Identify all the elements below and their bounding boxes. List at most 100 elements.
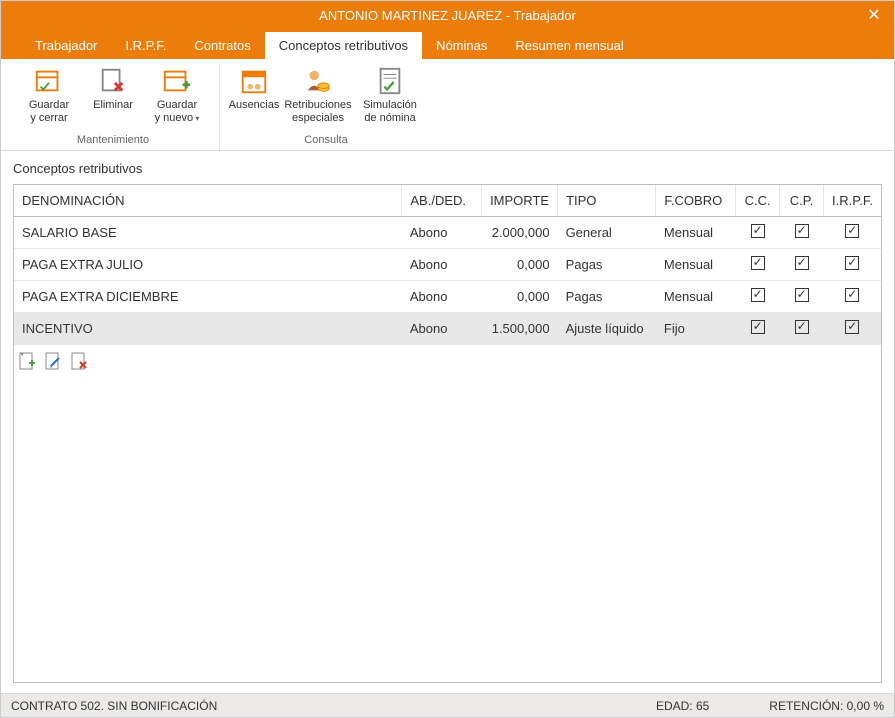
cell-denominacion: PAGA EXTRA DICIEMBRE <box>14 281 402 313</box>
tab-contratos[interactable]: Contratos <box>180 32 264 59</box>
ribbon-btn-ausencias[interactable]: Ausencias <box>226 63 282 125</box>
save-close-icon <box>33 65 65 97</box>
checkbox-irpf[interactable] <box>845 224 859 238</box>
ribbon-group-label: Consulta <box>304 134 347 148</box>
cell-cp[interactable] <box>780 217 824 249</box>
cell-denominacion: PAGA EXTRA JULIO <box>14 249 402 281</box>
ribbon-btn-eliminar[interactable]: Eliminar <box>85 63 141 125</box>
ribbon-btn-label: Simulación <box>363 99 417 112</box>
cell-denominacion: SALARIO BASE <box>14 217 402 249</box>
ribbon: Guardary cerrarEliminarGuardary nuevo ▾M… <box>1 59 894 151</box>
col-importe[interactable]: IMPORTE <box>482 185 558 217</box>
cell-irpf[interactable] <box>823 313 881 345</box>
concepts-table-wrap: DENOMINACIÓN AB./DED. IMPORTE TIPO F.COB… <box>13 184 882 683</box>
cell-tipo: Pagas <box>558 281 656 313</box>
tab-conceptos-retributivos[interactable]: Conceptos retributivos <box>265 32 422 59</box>
tab-n-minas[interactable]: Nóminas <box>422 32 501 59</box>
row-action-add[interactable] <box>18 351 36 371</box>
absences-icon <box>238 65 270 97</box>
tab-resumen-mensual[interactable]: Resumen mensual <box>501 32 637 59</box>
checkbox-cp[interactable] <box>795 224 809 238</box>
ribbon-btn-label2: y nuevo ▾ <box>155 112 200 125</box>
checkbox-irpf[interactable] <box>845 288 859 302</box>
cell-irpf[interactable] <box>823 249 881 281</box>
col-irpf[interactable]: I.R.P.F. <box>823 185 881 217</box>
ribbon-btn-retribuciones-especiales[interactable]: Retribucionesespeciales <box>282 63 354 125</box>
cell-fcobro: Fijo <box>656 313 736 345</box>
checkbox-cc[interactable] <box>751 256 765 270</box>
ribbon-group-label: Mantenimiento <box>77 134 149 148</box>
ribbon-btn-label: Guardar <box>29 99 69 112</box>
row-action-edit[interactable] <box>44 351 62 371</box>
tab-trabajador[interactable]: Trabajador <box>21 32 111 59</box>
cell-abded: Abono <box>402 281 482 313</box>
table-row[interactable]: PAGA EXTRA JULIOAbono0,000PagasMensual <box>14 249 881 281</box>
table-header-row: DENOMINACIÓN AB./DED. IMPORTE TIPO F.COB… <box>14 185 881 217</box>
simulate-icon <box>374 65 406 97</box>
content-area: Conceptos retributivos DENOMINACIÓN AB./… <box>1 151 894 693</box>
tab-i-r-p-f-[interactable]: I.R.P.F. <box>111 32 180 59</box>
cell-cc[interactable] <box>736 281 780 313</box>
col-cc[interactable]: C.C. <box>736 185 780 217</box>
ribbon-btn-guardar-y-cerrar[interactable]: Guardary cerrar <box>13 63 85 125</box>
col-denominacion[interactable]: DENOMINACIÓN <box>14 185 402 217</box>
cell-cp[interactable] <box>780 249 824 281</box>
cell-tipo: Pagas <box>558 249 656 281</box>
checkbox-cc[interactable] <box>751 224 765 238</box>
table-row[interactable]: INCENTIVOAbono1.500,000Ajuste líquidoFij… <box>14 313 881 345</box>
close-button[interactable]: ✕ <box>854 1 894 29</box>
checkbox-irpf[interactable] <box>845 320 859 334</box>
col-abded[interactable]: AB./DED. <box>402 185 482 217</box>
cell-abded: Abono <box>402 217 482 249</box>
save-new-icon <box>161 65 193 97</box>
cell-irpf[interactable] <box>823 281 881 313</box>
ribbon-btn-label2: de nómina <box>364 112 415 125</box>
titlebar: ANTONIO MARTINEZ JUAREZ - Trabajador ✕ <box>1 1 894 29</box>
ribbon-btn-label: Eliminar <box>93 99 133 112</box>
table-row[interactable]: SALARIO BASEAbono2.000,000GeneralMensual <box>14 217 881 249</box>
col-fcobro[interactable]: F.COBRO <box>656 185 736 217</box>
checkbox-cp[interactable] <box>795 288 809 302</box>
cell-abded: Abono <box>402 313 482 345</box>
special-pay-icon <box>302 65 334 97</box>
cell-cc[interactable] <box>736 313 780 345</box>
status-retention: RETENCIÓN: 0,00 % <box>769 699 884 713</box>
ribbon-group-consulta: AusenciasRetribucionesespecialesSimulaci… <box>220 63 432 150</box>
cell-tipo: General <box>558 217 656 249</box>
chevron-down-icon: ▾ <box>193 114 199 123</box>
cell-importe: 1.500,000 <box>482 313 558 345</box>
cell-denominacion: INCENTIVO <box>14 313 402 345</box>
cell-importe: 0,000 <box>482 281 558 313</box>
cell-fcobro: Mensual <box>656 281 736 313</box>
cell-abded: Abono <box>402 249 482 281</box>
checkbox-cc[interactable] <box>751 320 765 334</box>
checkbox-irpf[interactable] <box>845 256 859 270</box>
checkbox-cp[interactable] <box>795 320 809 334</box>
close-icon: ✕ <box>867 5 880 25</box>
statusbar: CONTRATO 502. SIN BONIFICACIÓN EDAD: 65 … <box>1 693 894 717</box>
delete-icon <box>97 65 129 97</box>
cell-importe: 0,000 <box>482 249 558 281</box>
cell-cp[interactable] <box>780 281 824 313</box>
table-row[interactable]: PAGA EXTRA DICIEMBREAbono0,000PagasMensu… <box>14 281 881 313</box>
cell-cc[interactable] <box>736 249 780 281</box>
col-tipo[interactable]: TIPO <box>558 185 656 217</box>
cell-cc[interactable] <box>736 217 780 249</box>
section-title: Conceptos retributivos <box>13 161 882 176</box>
row-action-delete[interactable] <box>70 351 88 371</box>
cell-cp[interactable] <box>780 313 824 345</box>
ribbon-btn-label2: y cerrar <box>30 112 67 125</box>
window-title: ANTONIO MARTINEZ JUAREZ - Trabajador <box>319 8 576 23</box>
col-cp[interactable]: C.P. <box>780 185 824 217</box>
cell-fcobro: Mensual <box>656 217 736 249</box>
ribbon-btn-simulaci-n-de-n-mina[interactable]: Simulaciónde nómina <box>354 63 426 125</box>
status-contract: CONTRATO 502. SIN BONIFICACIÓN <box>11 699 217 713</box>
cell-irpf[interactable] <box>823 217 881 249</box>
checkbox-cc[interactable] <box>751 288 765 302</box>
cell-importe: 2.000,000 <box>482 217 558 249</box>
checkbox-cp[interactable] <box>795 256 809 270</box>
ribbon-btn-guardar-y-nuevo[interactable]: Guardary nuevo ▾ <box>141 63 213 125</box>
status-age: EDAD: 65 <box>656 699 709 713</box>
cell-tipo: Ajuste líquido <box>558 313 656 345</box>
row-actions <box>14 345 881 377</box>
